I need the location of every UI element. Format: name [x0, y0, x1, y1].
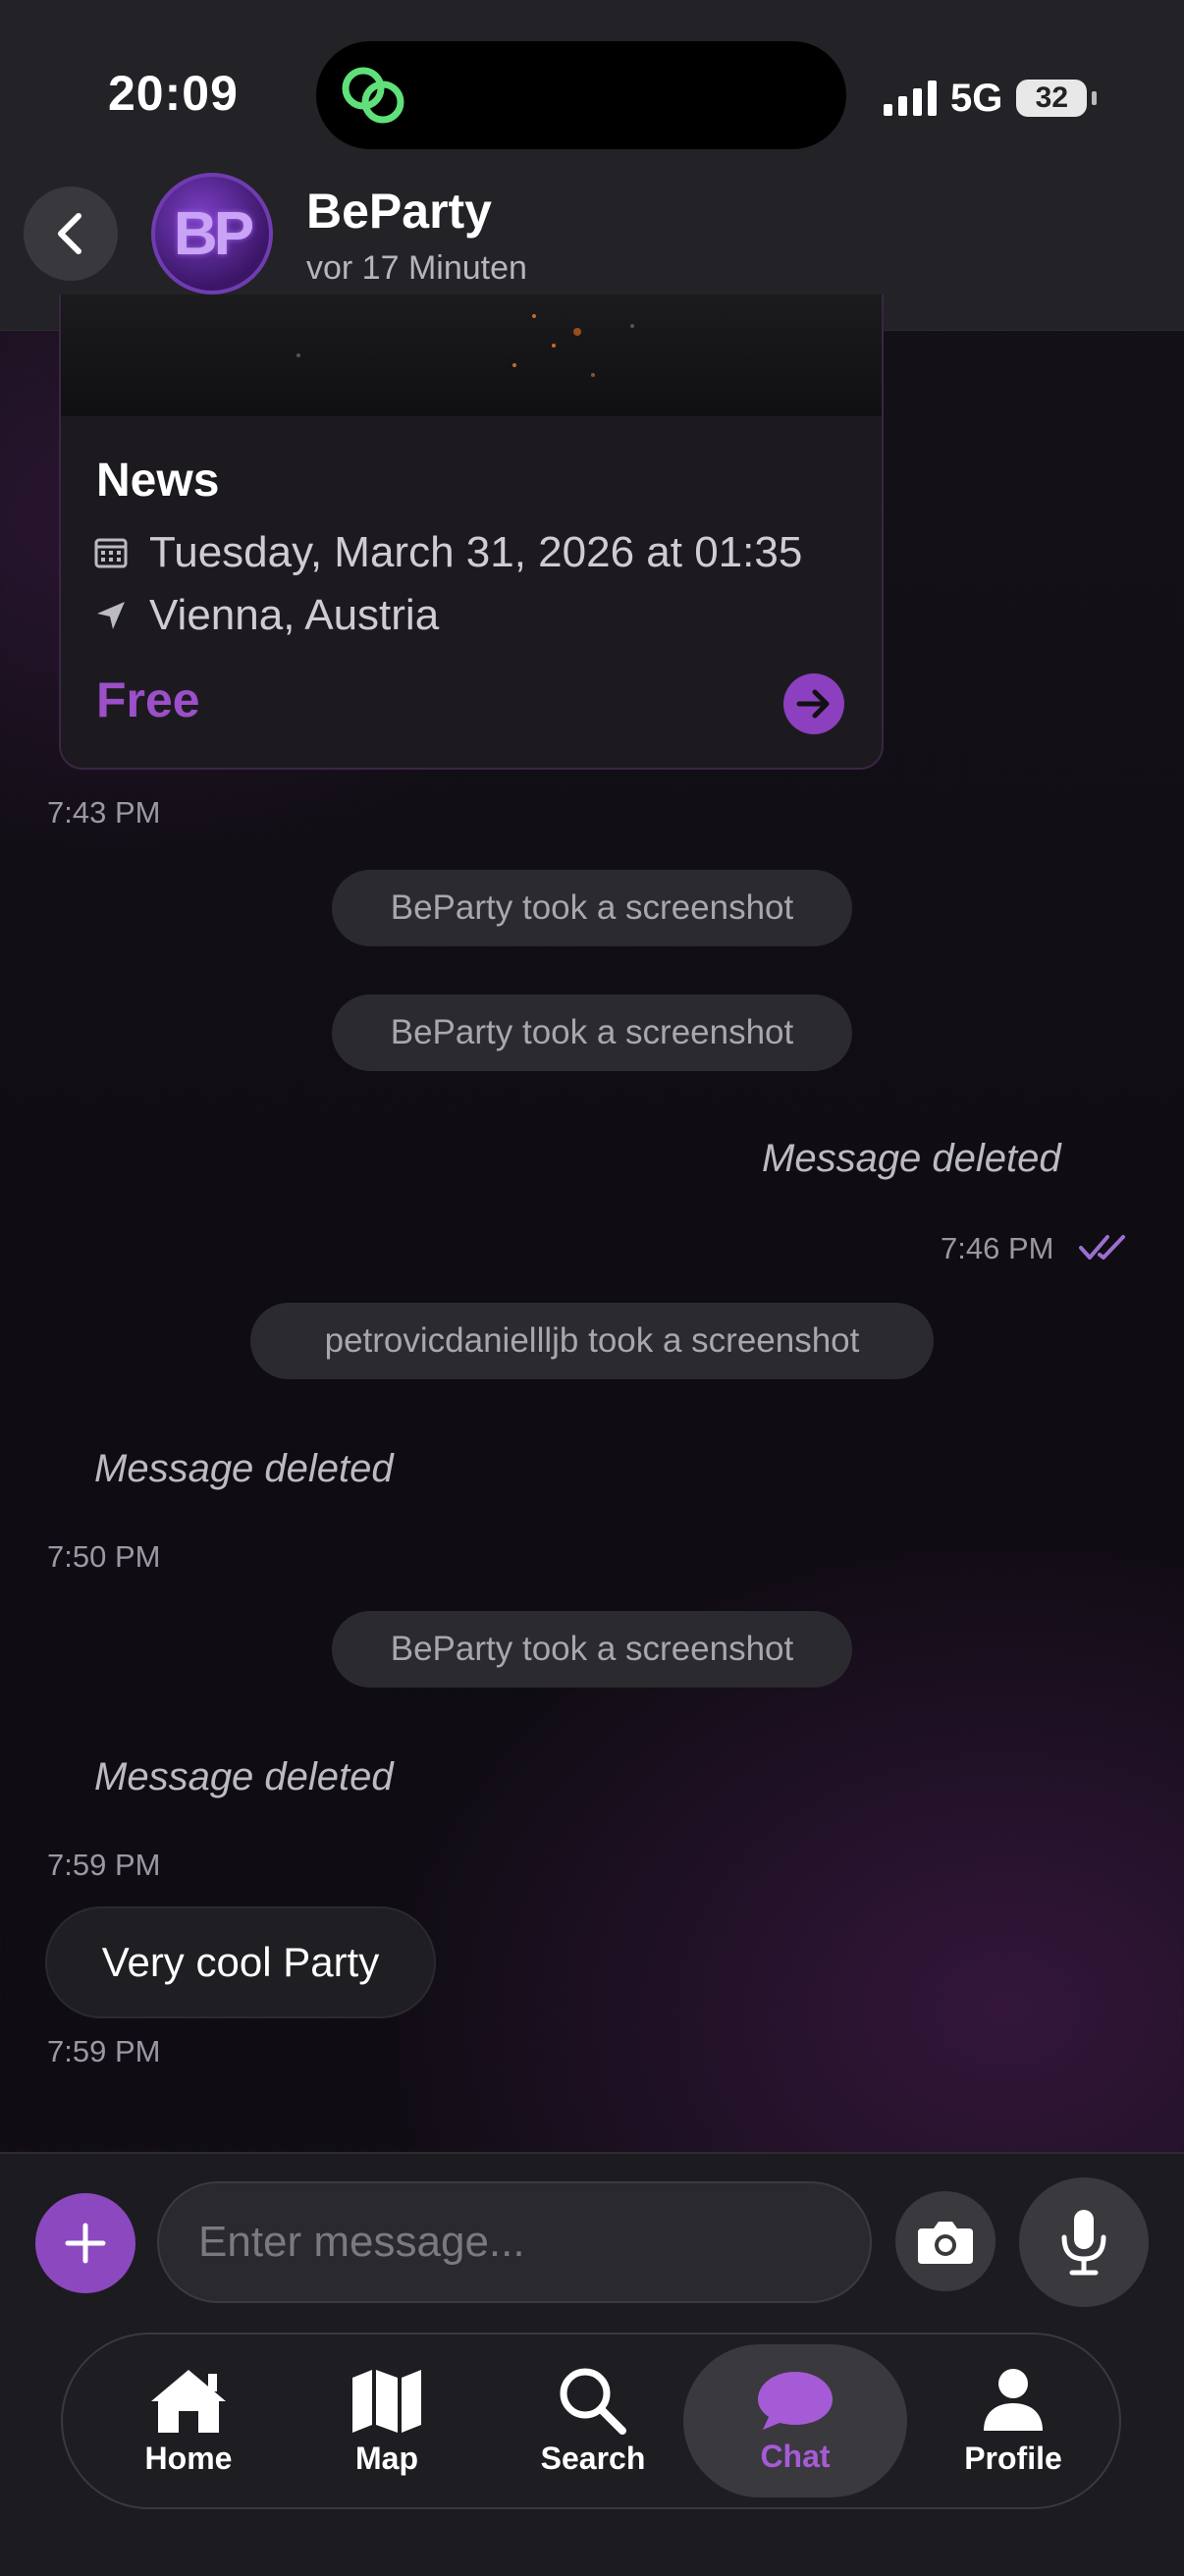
message-timestamp: 7:59 PM — [47, 2034, 161, 2068]
chat-icon — [758, 2371, 833, 2430]
open-event-button[interactable] — [783, 673, 844, 734]
event-price: Free — [96, 672, 200, 727]
search-icon — [560, 2368, 626, 2435]
network-label: 5G — [950, 76, 1003, 120]
battery-level: 32 — [1035, 81, 1069, 114]
message-text: Very cool Party — [101, 1939, 380, 1985]
message-timestamp: 7:50 PM — [47, 1539, 161, 1574]
camera-icon — [918, 2222, 973, 2264]
system-message: petrovicdaniellljb took a screenshot — [250, 1303, 934, 1379]
system-message-text: BeParty took a screenshot — [390, 1013, 794, 1051]
deleted-message-incoming: Message deleted — [94, 1755, 394, 1798]
message-bubble-incoming[interactable]: Very cool Party — [45, 1906, 436, 2018]
contact-last-seen: vor 17 Minuten — [306, 249, 527, 287]
tab-map[interactable]: Map — [328, 2334, 446, 2507]
message-input[interactable] — [157, 2181, 872, 2303]
arrow-right-icon — [796, 689, 830, 719]
location-arrow-icon — [97, 602, 125, 629]
avatar-initials: BP — [173, 199, 254, 268]
tab-search[interactable]: Search — [524, 2334, 662, 2507]
microphone-icon — [1061, 2210, 1106, 2276]
event-location: Vienna, Austria — [149, 591, 440, 639]
status-time: 20:09 — [108, 66, 239, 121]
system-message-text: BeParty took a screenshot — [390, 1630, 794, 1668]
deleted-message-incoming: Message deleted — [94, 1447, 394, 1490]
tab-map-label: Map — [355, 2440, 418, 2476]
profile-icon — [984, 2368, 1043, 2431]
tab-home-label: Home — [144, 2440, 233, 2476]
home-icon — [151, 2369, 226, 2433]
status-indicators: 5G 32 — [884, 71, 1098, 126]
chevron-left-icon — [58, 213, 81, 254]
calendar-icon — [94, 538, 128, 568]
system-message-text: petrovicdaniellljb took a screenshot — [324, 1321, 860, 1360]
read-receipt-icon — [1079, 1235, 1125, 1260]
event-date-row: Tuesday, March 31, 2026 at 01:35 — [94, 528, 802, 577]
add-attachment-button[interactable] — [35, 2193, 135, 2293]
tab-home[interactable]: Home — [122, 2334, 255, 2507]
system-message: BeParty took a screenshot — [332, 994, 852, 1071]
deleted-message-outgoing: Message deleted — [762, 1137, 1061, 1180]
system-message: BeParty took a screenshot — [332, 1611, 852, 1688]
event-date: Tuesday, March 31, 2026 at 01:35 — [149, 528, 803, 576]
message-timestamp: 7:43 PM — [47, 795, 161, 830]
voice-record-button[interactable] — [1019, 2177, 1149, 2307]
plus-icon — [65, 2223, 106, 2264]
event-title: News — [96, 455, 220, 507]
signal-icon — [884, 80, 937, 116]
event-location-row: Vienna, Austria — [94, 591, 439, 640]
map-icon — [352, 2369, 421, 2433]
message-timestamp: 7:59 PM — [47, 1848, 161, 1882]
tab-profile-label: Profile — [964, 2440, 1062, 2476]
contact-name[interactable]: BeParty — [306, 183, 492, 240]
link-app-icon — [342, 67, 404, 124]
system-message: BeParty took a screenshot — [332, 870, 852, 946]
tab-search-label: Search — [540, 2440, 646, 2476]
contact-avatar[interactable]: BP — [151, 173, 273, 295]
event-card[interactable]: News Tuesday, March 31, 2026 at 01:35 Vi… — [59, 295, 884, 770]
tab-chat-label: Chat — [760, 2438, 831, 2474]
event-image — [61, 295, 882, 416]
battery-icon: 32 — [1016, 80, 1098, 117]
system-message-text: BeParty took a screenshot — [390, 888, 794, 927]
tab-profile[interactable]: Profile — [935, 2334, 1092, 2507]
tab-bar: Home Map Search Chat Profile — [61, 2333, 1121, 2509]
back-button[interactable] — [24, 187, 118, 281]
message-timestamp: 7:46 PM — [941, 1231, 1054, 1265]
camera-button[interactable] — [895, 2191, 996, 2291]
tab-chat[interactable]: Chat — [683, 2344, 907, 2497]
